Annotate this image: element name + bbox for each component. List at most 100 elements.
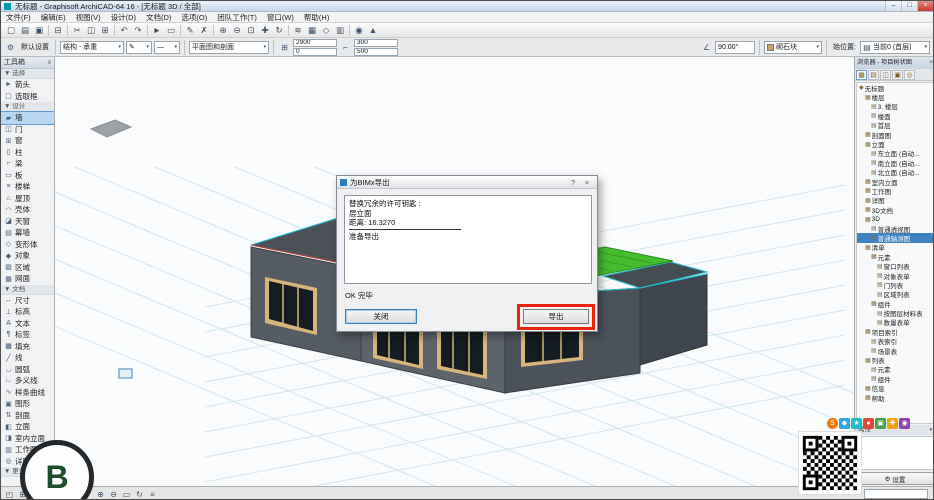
fit-view-icon[interactable]: ⊡ [244,24,258,37]
tree-item-3[interactable]: ▤楼面 [857,111,933,120]
rotate-status-icon[interactable]: ↻ [133,490,146,499]
toolbox-group-1[interactable]: ▼ 设计 [1,102,54,112]
tree-item-8[interactable]: ▤南立面 (自动... [857,158,933,167]
tool-item-0-1[interactable]: ▢选取框 [1,91,54,103]
structure-combo[interactable]: 结构 - 承重 ▾ [60,41,124,54]
pencil-icon[interactable]: ✎ [183,24,197,37]
delete-icon[interactable]: ✗ [197,24,211,37]
grid-icon[interactable]: ▦ [305,24,319,37]
menu-item-5[interactable]: 选项(O) [176,12,212,23]
material-combo[interactable]: 砌石块 ▾ [764,41,822,54]
paste-icon[interactable]: ⊞ [98,24,112,37]
undo-icon[interactable]: ↶ [117,24,131,37]
tool-item-0-0[interactable]: ►箭头 [1,79,54,91]
social-orange-icon[interactable]: ✚ [887,418,898,429]
pan-icon[interactable]: ✚ [258,24,272,37]
tree-item-18[interactable]: ▦元素 [857,252,933,261]
settings-button[interactable]: ⚙ 设置 [856,472,934,485]
tree-item-32[interactable]: ▦信息 [857,384,933,393]
close-icon[interactable]: × [929,57,933,69]
tool-item-1-2[interactable]: ⊞窗 [1,135,54,147]
social-purple-icon[interactable]: ◉ [899,418,910,429]
pan-mode-icon[interactable]: ◰ [3,490,16,499]
default-settings-label[interactable]: 默认设置 [19,42,51,52]
tool-item-1-0[interactable]: ▰墙 [1,112,54,124]
wall-settings-icon[interactable]: ⚙ [4,41,17,54]
open-file-icon[interactable]: ▤ [18,24,32,37]
social-blue-icon[interactable]: ◆ [839,418,850,429]
dialog-export-button[interactable]: 导出 [523,309,589,324]
menu-item-1[interactable]: 编辑(E) [36,12,71,23]
tree-item-1[interactable]: ▦楼层 [857,92,933,101]
title-bar[interactable]: 无标题 - Graphisoft ArchiCAD-64 16 - [无标题 3… [1,1,933,12]
cut-icon[interactable]: ✂ [70,24,84,37]
tree-item-26[interactable]: ▦项目索引 [857,327,933,336]
orbit-icon[interactable]: ↻ [272,24,286,37]
tool-item-1-13[interactable]: ▨区域 [1,262,54,274]
tree-item-17[interactable]: ▦清单 [857,243,933,252]
tree-item-24[interactable]: ▤按图层材料表 [857,308,933,317]
tool-item-1-8[interactable]: ◠壳体 [1,204,54,216]
toolbox-header[interactable]: 工具箱 ≡ [1,57,54,69]
tree-item-22[interactable]: ▤区域列表 [857,290,933,299]
tool-item-2-5[interactable]: ╱线 [1,352,54,364]
tree-item-11[interactable]: ▦工作图 [857,186,933,195]
wall-offset-field[interactable] [354,48,398,56]
copy-icon[interactable]: ◫ [84,24,98,37]
marquee-icon[interactable]: ▭ [164,24,178,37]
tree-item-16[interactable]: ▤普通轴测图 [857,233,933,242]
tree-item-21[interactable]: ▤门列表 [857,280,933,289]
zoom-in-icon[interactable]: ⊕ [216,24,230,37]
view-map-tab[interactable]: ▤ [868,70,879,80]
tool-item-2-1[interactable]: ⊥标高 [1,306,54,318]
tree-item-20[interactable]: ▤对象表单 [857,271,933,280]
minimize-button[interactable]: – [885,1,901,11]
tree-item-13[interactable]: ▦3D文档 [857,205,933,214]
menu-item-4[interactable]: 文档(D) [141,12,176,23]
save-icon[interactable]: ▣ [32,24,46,37]
tool-item-1-6[interactable]: ≡楼梯 [1,181,54,193]
tree-item-6[interactable]: ▦立面 [857,139,933,148]
tool-item-2-2[interactable]: A文本 [1,318,54,330]
tool-item-1-14[interactable]: ▦网面 [1,273,54,285]
social-red-icon[interactable]: ● [863,418,874,429]
tree-item-0[interactable]: ◆无标题 [857,83,933,92]
zoom-out-icon[interactable]: ⊖ [230,24,244,37]
tree-item-15[interactable]: ▤普通透视图 [857,224,933,233]
tool-item-2-8[interactable]: ∿样条曲线 [1,387,54,399]
tool-item-1-1[interactable]: ◫门 [1,124,54,136]
tool-item-1-5[interactable]: ▭板 [1,170,54,182]
tree-item-7[interactable]: ▤东立面 (自动... [857,149,933,158]
toolbox-group-2[interactable]: ▼ 文档 [1,285,54,295]
tree-item-10[interactable]: ▦室内立面 [857,177,933,186]
messenger-icon[interactable]: S [827,418,838,429]
tree-item-9[interactable]: ▤北立面 (自动... [857,168,933,177]
tree-item-19[interactable]: ▤窗口列表 [857,261,933,270]
menu-item-0[interactable]: 文件(F) [1,12,36,23]
tree-item-2[interactable]: ▤3. 楼层 [857,102,933,111]
menu-item-3[interactable]: 设计(D) [106,12,141,23]
help-icon[interactable]: ? [566,178,580,187]
redo-icon[interactable]: ↷ [131,24,145,37]
tree-item-12[interactable]: ▦详图 [857,196,933,205]
tree-item-29[interactable]: ▦列表 [857,355,933,364]
tree-item-30[interactable]: ▤元素 [857,365,933,374]
tool-item-1-11[interactable]: ◇变形体 [1,239,54,251]
tool-item-1-12[interactable]: ◆对象 [1,250,54,262]
publish-icon[interactable]: ▲ [366,24,380,37]
menu-item-7[interactable]: 窗口(W) [262,12,299,23]
close-button[interactable]: × [917,1,933,11]
tree-item-33[interactable]: ▦帮助 [857,393,933,402]
tool-item-2-10[interactable]: ⇅剖面 [1,410,54,422]
tool-item-2-4[interactable]: ▩填充 [1,341,54,353]
tool-item-2-11[interactable]: ◧立面 [1,421,54,433]
wall-thickness-field[interactable] [354,39,398,47]
layers-icon[interactable]: ≋ [291,24,305,37]
social-green-icon[interactable]: ▣ [875,418,886,429]
tree-item-31[interactable]: ▤组件 [857,374,933,383]
dialog-close-button[interactable]: 关闭 [345,309,417,324]
navigator-header[interactable]: 浏览器 - 项目树状图 × [855,57,934,69]
tree-item-4[interactable]: ▤首层 [857,121,933,130]
favorites-tab[interactable]: ◎ [904,70,915,80]
3d-view-icon[interactable]: ◇ [319,24,333,37]
